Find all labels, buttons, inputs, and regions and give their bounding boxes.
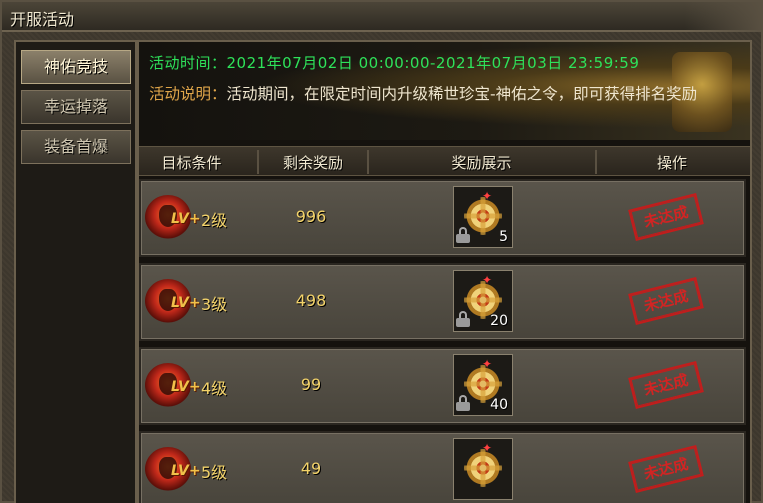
remaining-count: 99 [300,375,322,394]
reward-count: 40 [490,397,508,413]
window-title: 开服活动 [10,10,75,29]
reward-item-slot[interactable]: ✦ 5 [453,186,513,248]
not-achieved-stamp: 未达成 [628,361,704,409]
title-bar-ornament [685,2,763,32]
table-header: 目标条件 剩余奖励 奖励展示 操作 [139,146,750,176]
tab-equipment-first-drop[interactable]: 装备首爆 [21,130,131,164]
activity-banner: 活动时间：2021年07月02日 00:00:00-2021年07月03日 23… [139,42,750,140]
tab-lucky-drop[interactable]: 幸运掉落 [21,90,131,124]
lv-plus-label: LV+ [171,379,201,395]
target-level: 5级 [201,463,228,482]
table-row: LV+ 3级 498 ✦ 20 未达成 [139,263,746,341]
title-bar: 开服活动 [2,2,763,32]
header-operation: 操作 [656,154,687,172]
reward-item-slot[interactable]: ✦ 20 [453,270,513,332]
not-achieved-stamp: 未达成 [628,193,704,241]
remaining-count: 996 [295,207,327,226]
remaining-count: 498 [295,291,327,310]
activity-description: 活动说明：活动期间，在限定时间内升级稀世珍宝-神佑之令，即可获得排名奖励 [149,82,729,106]
sidebar: 神佑竞技 幸运掉落 装备首爆 [14,40,137,503]
activity-window: 开服活动 神佑竞技 幸运掉落 装备首爆 活动时间：2021年07月02日 00:… [0,0,763,503]
header-reward-display: 奖励展示 [451,154,512,172]
lock-icon [456,395,470,411]
target-level: 2级 [201,211,228,230]
description-text: 活动期间，在限定时间内升级稀世珍宝-神佑之令，即可获得排名奖励 [226,85,698,103]
lock-icon [456,311,470,327]
description-label: 活动说明： [149,85,227,103]
lv-plus-label: LV+ [171,295,201,311]
sparkle-icon: ✦ [482,441,493,455]
not-achieved-stamp: 未达成 [628,445,704,493]
table-row: LV+ 4级 99 ✦ 40 未达成 [139,347,746,425]
reward-count: 20 [490,313,508,329]
sparkle-icon: ✦ [482,189,493,203]
content-panel: 活动时间：2021年07月02日 00:00:00-2021年07月03日 23… [137,40,752,503]
reward-item-slot[interactable]: ✦ [453,438,513,500]
remaining-count: 49 [300,459,322,478]
lock-icon [456,227,470,243]
target-level: 3级 [201,295,228,314]
lv-plus-label: LV+ [171,463,201,479]
activity-time: 活动时间：2021年07月02日 00:00:00-2021年07月03日 23… [149,54,640,72]
lv-plus-label: LV+ [171,211,201,227]
table-row: LV+ 5级 49 ✦ 未达成 [139,431,746,503]
header-target-condition: 目标条件 [161,154,222,172]
target-level: 4级 [201,379,228,398]
header-remaining-rewards: 剩余奖励 [282,154,343,172]
reward-item-slot[interactable]: ✦ 40 [453,354,513,416]
not-achieved-stamp: 未达成 [628,277,704,325]
sparkle-icon: ✦ [482,273,493,287]
tab-shenyou-competition[interactable]: 神佑竞技 [21,50,131,84]
table-row: LV+ 2级 996 ✦ 5 未达成 [139,179,746,257]
reward-count: 5 [499,229,508,245]
sparkle-icon: ✦ [482,357,493,371]
